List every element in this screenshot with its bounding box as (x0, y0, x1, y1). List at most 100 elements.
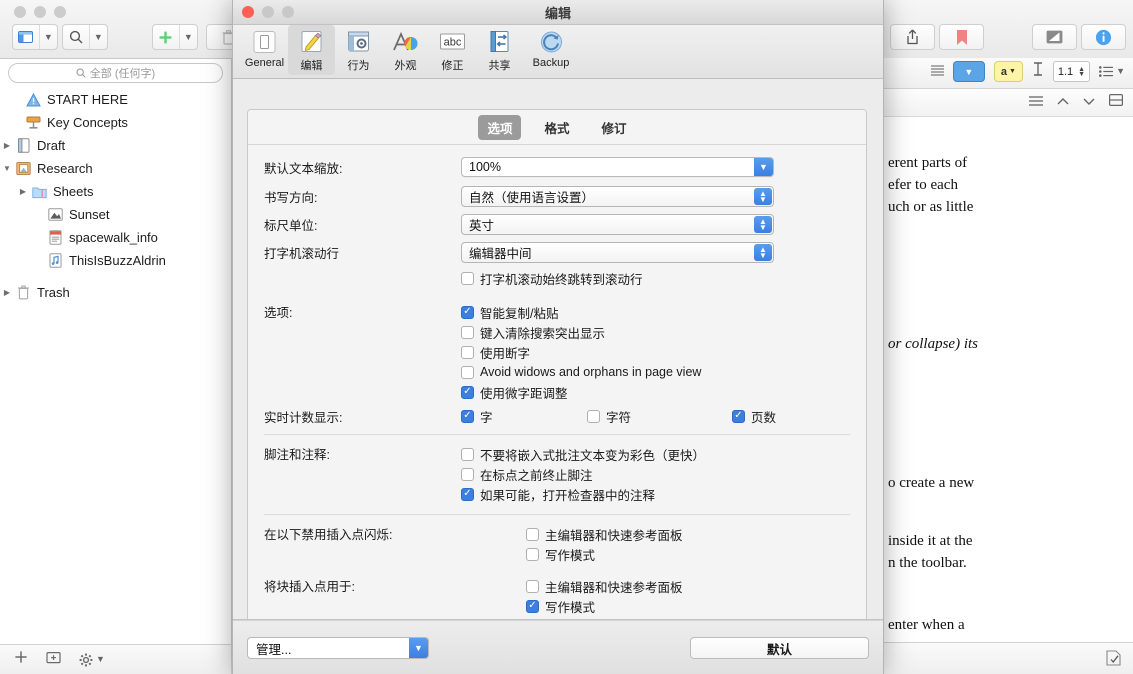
text-color-swatch[interactable]: ▼ (953, 61, 985, 82)
new-folder-icon[interactable] (46, 650, 61, 669)
checkbox-box[interactable] (461, 468, 474, 481)
checkbox-box[interactable] (461, 346, 474, 359)
binder-row-start-here[interactable]: START HERE (0, 88, 231, 111)
disclosure-triangle-collapsed-icon[interactable]: ▶ (16, 187, 30, 196)
line-spacing-stepper[interactable]: 1.1 ▲▼ (1053, 61, 1090, 82)
stepper-arrows-icon[interactable]: ▲▼ (754, 244, 772, 261)
live-count-words[interactable]: 字 (461, 406, 587, 426)
split-editor-icon[interactable] (1109, 94, 1123, 109)
composition-mode-button[interactable] (1032, 24, 1077, 50)
toolbar-tab-general[interactable]: General (241, 25, 288, 71)
checkbox-box[interactable] (461, 326, 474, 339)
toolbar-tab-backup[interactable]: Backup (523, 25, 579, 71)
manage-popup-button[interactable]: 管理... ▼ (247, 637, 429, 659)
block-insertion-main-editor[interactable]: 主编辑器和快速参考面板 (526, 576, 683, 596)
align-justify-icon[interactable] (931, 63, 944, 81)
chevron-down-icon[interactable]: ▼ (180, 25, 197, 49)
search-icon[interactable] (63, 25, 89, 49)
checkbox-box[interactable] (461, 272, 474, 285)
option-use-hyphenation[interactable]: 使用断字 (461, 342, 701, 362)
panel-tabstrip[interactable]: 选项 格式 修订 (248, 110, 866, 145)
ruler-units-popup[interactable]: 英寸 ▲▼ (461, 214, 774, 235)
checkbox-box[interactable] (461, 366, 474, 379)
tab-revisions[interactable]: 修订 (593, 115, 636, 140)
binder-row-trash[interactable]: ▶ Trash (0, 281, 231, 304)
checkbox-box[interactable] (461, 386, 474, 399)
main-window-traffic-lights[interactable] (14, 6, 66, 18)
typewriter-always-jump-checkbox[interactable]: 打字机滚动始终跳转到滚动行 (461, 268, 850, 288)
binder-search-field[interactable]: 全部 (任何字) (8, 63, 223, 83)
checkbox-box[interactable] (461, 306, 474, 319)
view-layout-button[interactable]: ▼ (12, 24, 58, 50)
chevron-down-icon[interactable]: ▼ (409, 638, 428, 658)
binder-row-sheets[interactable]: ▶ Sheets (0, 180, 231, 203)
preferences-toolbar[interactable]: General 编辑 行为 外观 (233, 25, 883, 79)
checkbox-box[interactable] (526, 548, 539, 561)
toolbar-tab-behaviors[interactable]: 行为 (335, 25, 382, 75)
plus-icon[interactable] (153, 25, 179, 49)
share-button[interactable] (890, 24, 935, 50)
toolbar-tab-sharing[interactable]: 共享 (476, 25, 523, 75)
layout-panels-icon[interactable] (13, 25, 39, 49)
disclosure-triangle-expanded-icon[interactable]: ▼ (0, 164, 14, 173)
zoom-button[interactable] (54, 6, 66, 18)
binder-row-key-concepts[interactable]: Key Concepts (0, 111, 231, 134)
chevron-down-icon[interactable]: ▼ (40, 25, 57, 49)
writing-direction-popup[interactable]: 自然（使用语言设置） ▲▼ (461, 186, 774, 207)
bookmark-button[interactable] (939, 24, 984, 50)
stepper-arrows-icon[interactable]: ▲▼ (754, 188, 772, 205)
option-avoid-widows-orphans[interactable]: Avoid widows and orphans in page view (461, 362, 701, 382)
previous-document-icon[interactable] (1057, 94, 1069, 109)
stepper-arrows-icon[interactable]: ▲▼ (1078, 67, 1085, 77)
option-typing-clears-search-highlight[interactable]: 键入清除搜索突出显示 (461, 322, 701, 342)
binder-row-research[interactable]: ▼ Research (0, 157, 231, 180)
checkbox-box[interactable] (526, 600, 539, 613)
minimize-button[interactable] (34, 6, 46, 18)
option-use-kerning[interactable]: 使用微字距调整 (461, 382, 701, 402)
plus-icon[interactable] (14, 650, 28, 669)
checkbox-box[interactable] (526, 580, 539, 593)
footnote-terminate-before-punctuation[interactable]: 在标点之前终止脚注 (461, 464, 705, 484)
defaults-button[interactable]: 默认 (690, 637, 869, 659)
list-style-button[interactable]: ▼ (1099, 66, 1125, 77)
header-menu-icon[interactable] (1029, 94, 1043, 109)
binder-row-spacewalk-info[interactable]: spacewalk_info (0, 226, 231, 249)
binder-row-draft[interactable]: ▶ Draft (0, 134, 231, 157)
option-smart-copy-paste[interactable]: 智能复制/粘贴 (461, 302, 701, 322)
chevron-down-icon[interactable]: ▼ (96, 655, 105, 664)
chevron-down-icon[interactable]: ▼ (1116, 67, 1125, 76)
disable-blink-composition-mode[interactable]: 写作模式 (526, 544, 683, 564)
preferences-window[interactable]: 编辑 General 编辑 行为 (232, 0, 884, 674)
disclosure-triangle-collapsed-icon[interactable]: ▶ (0, 141, 14, 150)
checkbox-box[interactable] (732, 410, 745, 423)
tab-formatting[interactable]: 格式 (535, 115, 578, 140)
typewriter-line-popup[interactable]: 编辑器中间 ▲▼ (461, 242, 774, 263)
checkbox-box[interactable] (461, 410, 474, 423)
add-button[interactable]: ▼ (152, 24, 198, 50)
binder-settings-button[interactable]: ▼ (79, 653, 105, 667)
disclosure-triangle-collapsed-icon[interactable]: ▶ (0, 288, 14, 297)
checkbox-box[interactable] (461, 488, 474, 501)
toolbar-tab-editing[interactable]: 编辑 (288, 25, 335, 75)
checkbox-box[interactable] (587, 410, 600, 423)
live-count-characters[interactable]: 字符 (587, 406, 732, 426)
tab-options[interactable]: 选项 (478, 115, 521, 140)
binder-row-thisisbuzzaldrin[interactable]: ThisIsBuzzAldrin (0, 249, 231, 272)
disable-blink-main-editor[interactable]: 主编辑器和快速参考面板 (526, 524, 683, 544)
close-button[interactable] (14, 6, 26, 18)
highlight-color-swatch[interactable]: a ▼ (994, 61, 1023, 82)
page-check-icon[interactable] (1106, 650, 1121, 671)
block-insertion-composition-mode[interactable]: 写作模式 (526, 596, 683, 616)
live-count-pages[interactable]: 页数 (732, 406, 776, 426)
inspector-button[interactable] (1081, 24, 1126, 50)
search-button[interactable]: ▼ (62, 24, 108, 50)
toolbar-tab-corrections[interactable]: abc 修正 (429, 25, 476, 75)
chevron-down-icon[interactable]: ▼ (754, 158, 773, 176)
binder-list[interactable]: START HERE Key Concepts ▶ Draft ▼ (0, 88, 231, 644)
chevron-down-icon[interactable]: ▼ (90, 25, 107, 49)
footnote-no-color-inline-annotations[interactable]: 不要将嵌入式批注文本变为彩色（更快） (461, 444, 705, 464)
binder-row-sunset[interactable]: Sunset (0, 203, 231, 226)
default-text-zoom-combobox[interactable]: 100% ▼ (461, 157, 774, 177)
stepper-arrows-icon[interactable]: ▲▼ (754, 216, 772, 233)
next-document-icon[interactable] (1083, 94, 1095, 109)
